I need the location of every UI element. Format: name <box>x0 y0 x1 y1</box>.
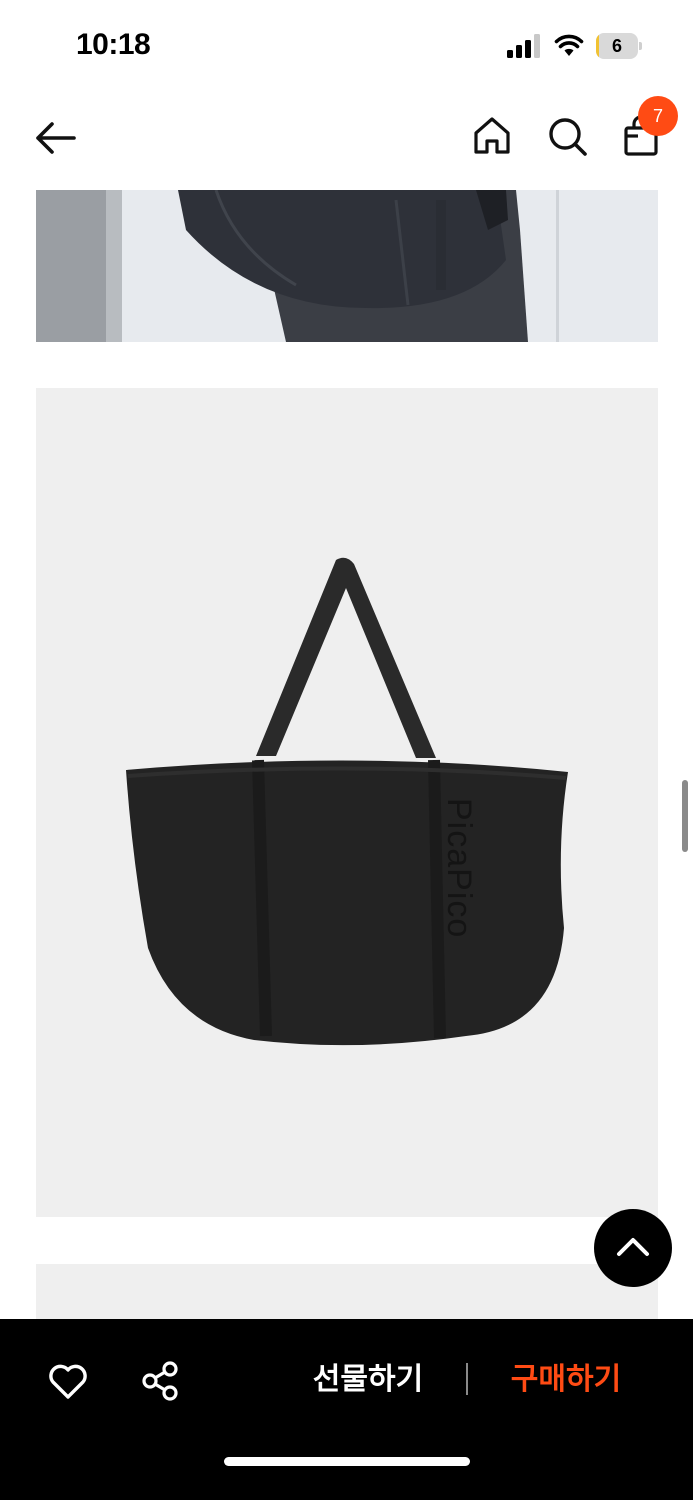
bottom-action-bar: 선물하기 구매하기 <box>0 1319 693 1500</box>
battery-icon: 6 <box>596 33 642 59</box>
home-indicator[interactable] <box>224 1457 470 1466</box>
product-photo-model <box>36 190 658 342</box>
model-photo-illustration <box>36 190 658 342</box>
home-icon[interactable] <box>470 114 514 158</box>
battery-body: 6 <box>596 33 638 59</box>
wifi-icon <box>554 34 584 56</box>
gift-button[interactable]: 선물하기 <box>300 1355 436 1405</box>
status-time: 10:18 <box>76 28 151 61</box>
product-photo-next <box>36 1264 658 1324</box>
scroll-to-top-button[interactable] <box>594 1209 672 1287</box>
battery-level: 6 <box>611 36 622 56</box>
back-arrow-icon[interactable] <box>30 116 82 160</box>
brand-logo-print: PicaPico <box>440 798 478 938</box>
tote-bag-illustration: PicaPico <box>126 557 568 1046</box>
product-photo-bag: PicaPico <box>36 388 658 1217</box>
heart-icon[interactable] <box>46 1359 90 1403</box>
search-icon[interactable] <box>545 114 589 158</box>
chevron-up-icon <box>617 1238 649 1256</box>
scrollbar[interactable] <box>682 780 688 852</box>
status-bar: 10:18 6 <box>0 0 693 90</box>
top-navigation: 7 <box>0 90 693 190</box>
battery-cap <box>639 42 642 50</box>
signal-icon <box>507 34 540 58</box>
share-icon[interactable] <box>138 1359 182 1403</box>
button-divider <box>466 1363 468 1395</box>
buy-button[interactable]: 구매하기 <box>496 1355 636 1405</box>
cart-badge: 7 <box>638 96 678 136</box>
